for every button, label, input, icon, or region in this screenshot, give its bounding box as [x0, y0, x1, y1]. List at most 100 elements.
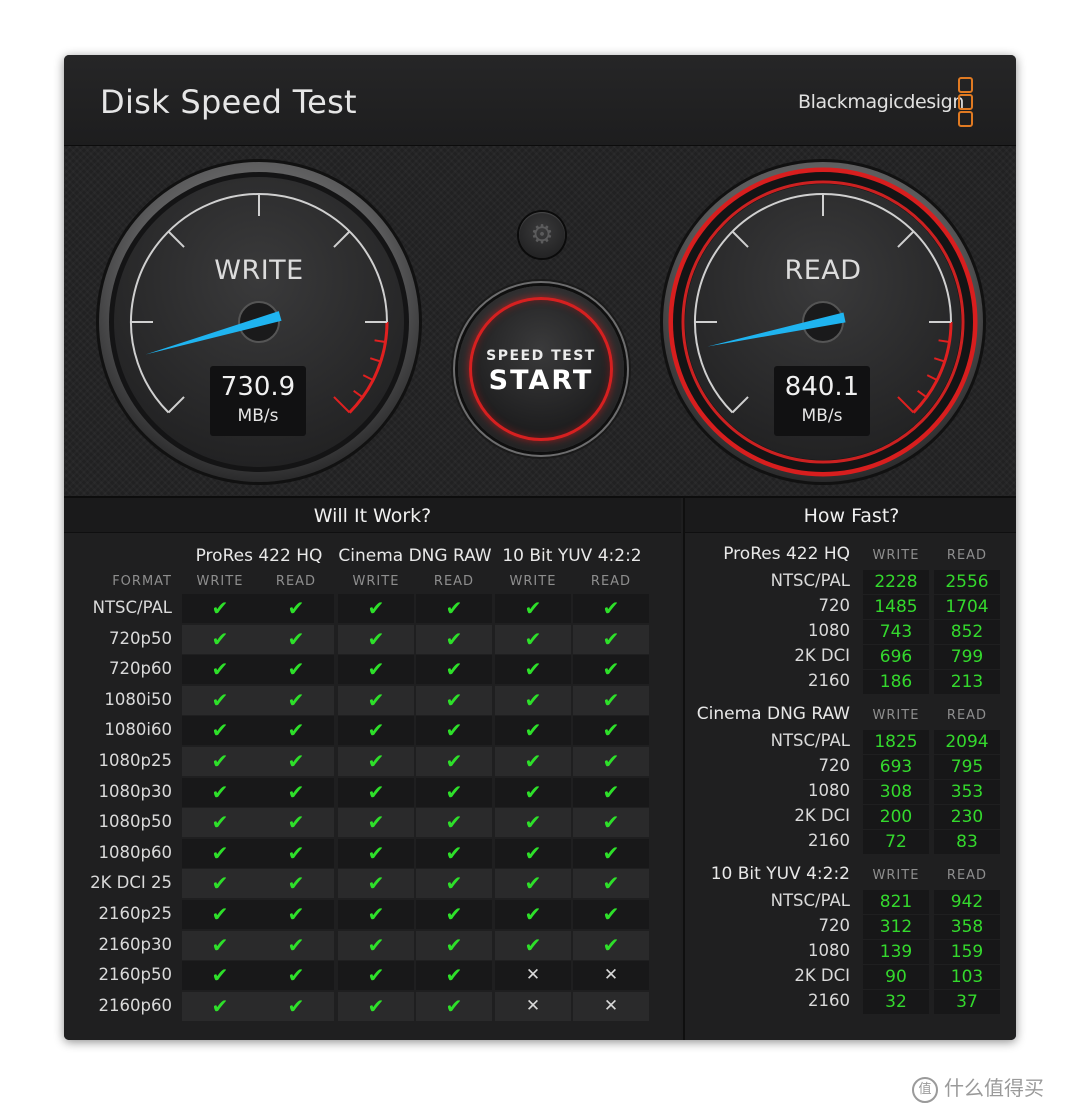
how-fast-group-title: Cinema DNG RAW: [696, 704, 850, 724]
result-cell: ✔: [573, 777, 649, 807]
gear-icon[interactable]: ⚙: [519, 212, 565, 258]
group-title: 10 Bit YUV 4:2:2: [502, 546, 642, 566]
result-cell: ✔: [258, 808, 334, 838]
write-speed-unit: MB/s: [237, 406, 279, 426]
checkmark-icon: ✔: [211, 963, 229, 988]
read-value-box: 840.1 MB/s: [774, 366, 870, 436]
how-fast-panel: How Fast? ProRes 422 HQ WRITE READ NTSC/PAL…: [683, 498, 1016, 1040]
result-cell: ✔: [573, 716, 649, 746]
result-cell: ✔: [338, 961, 414, 991]
checkmark-icon: ✔: [287, 810, 305, 835]
result-cell: ✔: [573, 900, 649, 929]
read-fps-value: 795: [950, 757, 984, 777]
read-fps-value: 213: [950, 672, 984, 692]
checkmark-icon: ✔: [367, 993, 385, 1018]
read-fps-value: 358: [950, 917, 984, 937]
watermark: 值什么值得买: [912, 1072, 1044, 1103]
result-cell: ✔: [182, 961, 258, 991]
result-cell: ✔: [338, 716, 414, 746]
checkmark-icon: ✔: [211, 840, 229, 865]
write-gauge-dial: [96, 159, 422, 485]
result-cell: ✔: [573, 655, 649, 685]
read-fps-value: 230: [950, 807, 984, 827]
cross-icon: ✕: [603, 965, 619, 986]
format-label: 1080p60: [98, 842, 172, 862]
result-cell: ✔: [258, 991, 334, 1021]
checkmark-icon: ✔: [211, 657, 229, 682]
result-cell: ✔: [416, 838, 492, 868]
result-cell: ✔: [258, 838, 334, 868]
checkmark-icon: ✔: [445, 779, 463, 804]
checkmark-icon: ✔: [367, 749, 385, 773]
checkmark-icon: ✔: [524, 902, 542, 926]
checkmark-icon: ✔: [287, 687, 305, 712]
start-button-small-label: SPEED TEST: [486, 348, 596, 364]
checkmark-icon: ✔: [445, 596, 463, 620]
checkmark-icon: ✔: [524, 596, 542, 620]
read-gauge: READ 840.1 MB/s: [658, 157, 988, 487]
cross-icon: ✕: [525, 965, 541, 986]
how-fast-column-header: READ: [946, 868, 988, 883]
write-fps-value: 72: [885, 832, 907, 852]
read-fps-value: 37: [956, 992, 978, 1012]
checkmark-icon: ✔: [211, 902, 229, 926]
format-label: 720p50: [109, 628, 172, 648]
how-fast-column-header: WRITE: [872, 868, 920, 883]
result-cell: ✔: [338, 594, 414, 623]
column-header: READ: [590, 574, 632, 589]
start-button[interactable]: SPEED TEST START: [458, 286, 624, 452]
resolution-label: 720: [818, 916, 851, 935]
result-cell: ✔: [182, 900, 258, 929]
read-speed-unit: MB/s: [801, 406, 843, 426]
checkmark-icon: ✔: [367, 871, 385, 896]
checkmark-icon: ✔: [287, 871, 305, 896]
checkmark-icon: ✔: [287, 993, 305, 1018]
result-cell: ✔: [338, 747, 414, 776]
format-label: 1080p50: [98, 812, 172, 832]
cross-icon: ✕: [525, 995, 541, 1016]
checkmark-icon: ✔: [524, 810, 542, 835]
checkmark-icon: ✔: [602, 596, 620, 620]
result-cell: ✔: [338, 838, 414, 868]
checkmark-icon: ✔: [602, 657, 620, 682]
checkmark-icon: ✔: [211, 932, 229, 957]
result-cell: ✔: [495, 808, 571, 838]
result-cell: ✔: [495, 930, 571, 960]
result-cell: ✔: [182, 747, 258, 776]
result-cell: ✔: [573, 685, 649, 715]
result-cell: ✔: [182, 624, 258, 654]
result-cell: ✔: [495, 900, 571, 929]
result-cell: ✕: [573, 991, 649, 1021]
will-it-work-panel: Will It Work? ProRes 422 HQ Cinema DNG RA…: [64, 498, 681, 1040]
watermark-logo-icon: 值: [912, 1076, 938, 1103]
result-cell: ✔: [416, 900, 492, 929]
checkmark-icon: ✔: [211, 718, 229, 743]
result-cell: ✔: [258, 961, 334, 991]
resolution-label: NTSC/PAL: [770, 731, 850, 750]
checkmark-icon: ✔: [524, 718, 542, 743]
result-cell: ✔: [495, 838, 571, 868]
write-fps-value: 186: [879, 672, 913, 692]
checkmark-icon: ✔: [367, 687, 385, 712]
checkmark-icon: ✔: [445, 963, 463, 988]
read-fps-value: 2094: [945, 732, 989, 752]
format-label: 2160p50: [98, 965, 172, 985]
checkmark-icon: ✔: [367, 626, 385, 651]
checkmark-icon: ✔: [602, 840, 620, 865]
resolution-label: 2160: [808, 831, 850, 850]
checkmark-icon: ✔: [445, 626, 463, 651]
checkmark-icon: ✔: [445, 657, 463, 682]
checkmark-icon: ✔: [524, 779, 542, 804]
result-cell: ✕: [495, 961, 571, 991]
read-fps-value: 103: [950, 967, 984, 987]
start-button-ring[interactable]: SPEED TEST START: [469, 297, 613, 441]
result-cell: ✔: [338, 655, 414, 685]
format-label: 2160p60: [98, 995, 172, 1015]
result-cell: ✔: [258, 685, 334, 715]
result-cell: ✔: [258, 869, 334, 899]
checkmark-icon: ✔: [602, 687, 620, 712]
read-speed-value: 840.1: [784, 372, 860, 402]
checkmark-icon: ✔: [287, 596, 305, 620]
checkmark-icon: ✔: [287, 963, 305, 988]
result-cell: ✔: [258, 716, 334, 746]
